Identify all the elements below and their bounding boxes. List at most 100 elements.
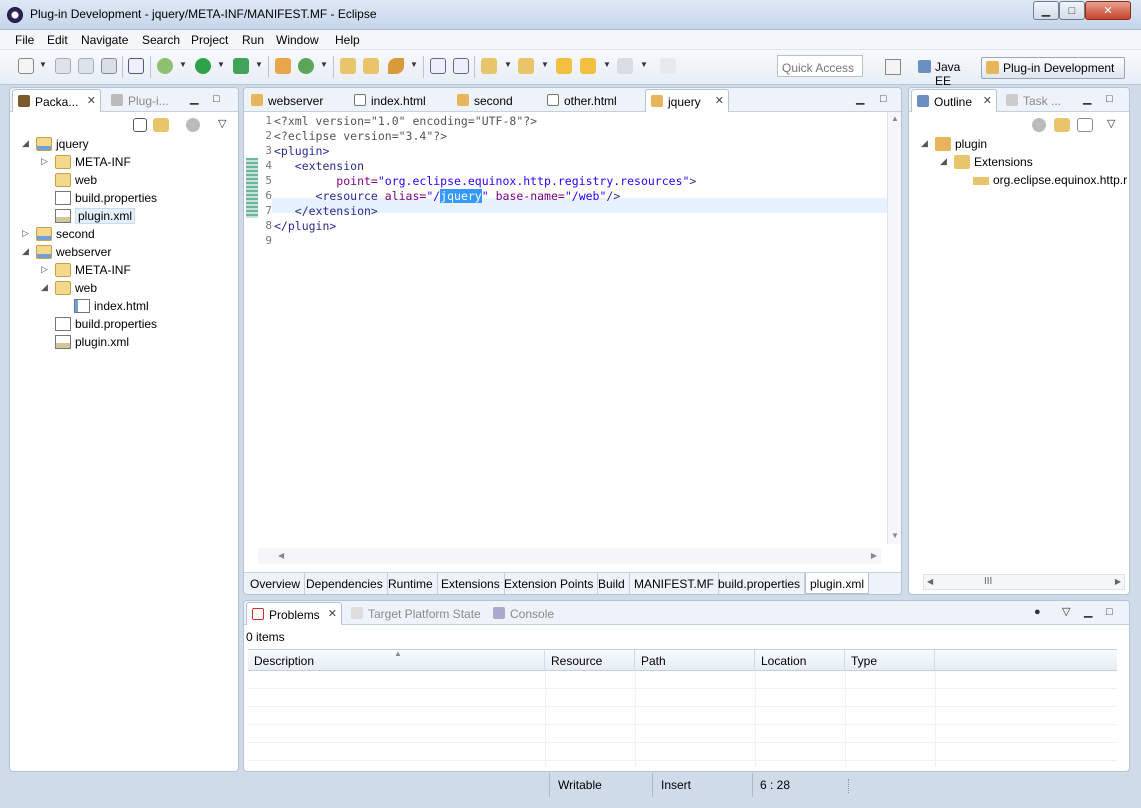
maximize-icon[interactable]: □ xyxy=(1106,606,1113,618)
search-icon[interactable] xyxy=(388,58,404,74)
scroll-left-icon[interactable]: ◀ xyxy=(278,551,284,560)
editor-vertical-scrollbar[interactable]: ▲ ▼ xyxy=(887,112,901,544)
pin-editor-icon[interactable] xyxy=(660,58,676,74)
focus-icon[interactable] xyxy=(1032,118,1046,132)
tab-webserver[interactable]: webserver xyxy=(246,89,346,112)
quick-access-input[interactable] xyxy=(777,55,863,77)
close-button[interactable]: ✕ xyxy=(1085,1,1131,20)
close-icon[interactable]: ✕ xyxy=(983,94,992,107)
scroll-thumb[interactable]: III xyxy=(984,576,992,587)
view-menu-icon[interactable]: ▽ xyxy=(1062,606,1070,618)
sort-icon[interactable] xyxy=(1077,118,1093,132)
next-annotation-icon[interactable] xyxy=(481,58,497,74)
column-description[interactable]: Description ▲ xyxy=(248,649,545,671)
close-icon[interactable]: ✕ xyxy=(328,607,337,620)
tab-plugins[interactable]: Plug-i... xyxy=(106,89,186,112)
open-task-icon[interactable] xyxy=(363,58,379,74)
page-tab-dependencies[interactable]: Dependencies xyxy=(302,573,388,594)
forward-icon[interactable] xyxy=(617,58,633,74)
focus-icon[interactable]: ● xyxy=(1034,606,1041,618)
scroll-right-icon[interactable]: ▶ xyxy=(1115,577,1121,586)
column-path[interactable]: Path xyxy=(635,650,755,671)
maximize-icon[interactable]: □ xyxy=(213,93,220,105)
tab-outline[interactable]: Outline ✕ xyxy=(911,89,997,112)
search-dropdown-icon[interactable]: ▼ xyxy=(410,60,418,69)
page-tab-extension-points[interactable]: Extension Points xyxy=(500,573,599,594)
previous-annotation-dropdown-icon[interactable]: ▼ xyxy=(541,60,549,69)
page-tab-overview[interactable]: Overview xyxy=(246,573,306,594)
external-tools-icon[interactable] xyxy=(233,58,249,74)
scroll-right-icon[interactable]: ▶ xyxy=(871,551,877,560)
new-plugin-icon[interactable] xyxy=(275,58,291,74)
tab-problems[interactable]: Problems ✕ xyxy=(246,602,342,625)
collapse-icon[interactable]: ▷ xyxy=(41,156,48,167)
collapse-all-icon[interactable] xyxy=(133,118,147,132)
external-tools-dropdown-icon[interactable]: ▼ xyxy=(255,60,263,69)
new-class-dropdown-icon[interactable]: ▼ xyxy=(320,60,328,69)
perspective-java-ee[interactable]: Java EE xyxy=(914,57,980,88)
maximize-icon[interactable]: □ xyxy=(880,93,887,105)
new-class-icon[interactable] xyxy=(298,58,314,74)
page-tab-build-properties[interactable]: build.properties xyxy=(714,573,806,594)
collapse-icon[interactable]: ▷ xyxy=(41,264,48,275)
new-dropdown-icon[interactable]: ▼ xyxy=(39,60,47,69)
page-tab-runtime[interactable]: Runtime xyxy=(384,573,438,594)
expand-icon[interactable]: ◢ xyxy=(921,138,928,149)
expand-icon[interactable]: ◢ xyxy=(22,246,29,257)
debug-dropdown-icon[interactable]: ▼ xyxy=(179,60,187,69)
print-icon[interactable] xyxy=(101,58,117,74)
tab-package-explorer[interactable]: Packa... ✕ xyxy=(12,89,101,112)
outline-horizontal-scrollbar[interactable]: ◀ III ▶ xyxy=(923,574,1125,590)
scroll-down-icon[interactable]: ▼ xyxy=(891,531,899,540)
new-icon[interactable] xyxy=(18,58,34,74)
column-resource[interactable]: Resource xyxy=(545,650,635,671)
menu-help[interactable]: Help xyxy=(335,33,360,47)
show-whitespace-icon[interactable] xyxy=(453,58,469,74)
scroll-left-icon[interactable]: ◀ xyxy=(927,577,933,586)
tab-other-html[interactable]: other.html xyxy=(542,89,642,112)
close-icon[interactable]: ✕ xyxy=(87,94,96,107)
maximize-button[interactable]: □ xyxy=(1059,1,1085,20)
column-type[interactable]: Type xyxy=(845,650,935,671)
close-icon[interactable]: ✕ xyxy=(715,94,724,107)
last-edit-icon[interactable] xyxy=(556,58,572,74)
minimize-icon[interactable]: ▁ xyxy=(1083,93,1091,105)
expand-icon[interactable]: ◢ xyxy=(22,138,29,149)
maximize-icon[interactable]: □ xyxy=(1106,93,1113,105)
focus-icon[interactable] xyxy=(186,118,200,132)
expand-icon[interactable]: ◢ xyxy=(940,156,947,167)
editor-horizontal-scrollbar[interactable]: ◀ ▶ xyxy=(258,548,881,564)
run-icon[interactable] xyxy=(195,58,211,74)
next-annotation-dropdown-icon[interactable]: ▼ xyxy=(504,60,512,69)
minimize-button[interactable]: ▁ xyxy=(1033,1,1059,20)
back-dropdown-icon[interactable]: ▼ xyxy=(603,60,611,69)
tab-jquery[interactable]: jquery ✕ xyxy=(645,89,729,112)
open-perspective-icon[interactable] xyxy=(885,59,901,75)
run-dropdown-icon[interactable]: ▼ xyxy=(217,60,225,69)
save-icon[interactable] xyxy=(55,58,71,74)
page-tab-build[interactable]: Build xyxy=(594,573,630,594)
back-icon[interactable] xyxy=(580,58,596,74)
menu-search[interactable]: Search xyxy=(142,33,180,47)
minimize-icon[interactable]: ▁ xyxy=(190,93,198,105)
link-with-editor-icon[interactable] xyxy=(153,118,169,132)
tab-target-platform-state[interactable]: Target Platform State xyxy=(346,602,486,625)
code-editor[interactable]: 1 2 3 4 5 6 7 8 9 <?xml version="1.0" en… xyxy=(246,112,900,544)
view-menu-icon[interactable]: ▽ xyxy=(218,118,226,130)
page-tab-plugin-xml[interactable]: plugin.xml xyxy=(805,573,870,594)
save-all-icon[interactable] xyxy=(78,58,94,74)
tab-task-list[interactable]: Task ... xyxy=(1001,89,1071,112)
menu-file[interactable]: File xyxy=(15,33,34,47)
menu-window[interactable]: Window xyxy=(276,33,319,47)
skip-breakpoints-icon[interactable] xyxy=(128,58,144,74)
minimize-icon[interactable]: ▁ xyxy=(1084,606,1092,618)
menu-edit[interactable]: Edit xyxy=(47,33,68,47)
perspective-plugin-development[interactable]: Plug-in Development xyxy=(981,57,1125,79)
expand-icon[interactable]: ◢ xyxy=(41,282,48,293)
view-menu-icon[interactable]: ▽ xyxy=(1107,118,1115,130)
toggle-block-icon[interactable] xyxy=(430,58,446,74)
collapse-icon[interactable]: ▷ xyxy=(22,228,29,239)
menu-run[interactable]: Run xyxy=(242,33,264,47)
page-tab-extensions[interactable]: Extensions xyxy=(437,573,505,594)
menu-navigate[interactable]: Navigate xyxy=(81,33,128,47)
